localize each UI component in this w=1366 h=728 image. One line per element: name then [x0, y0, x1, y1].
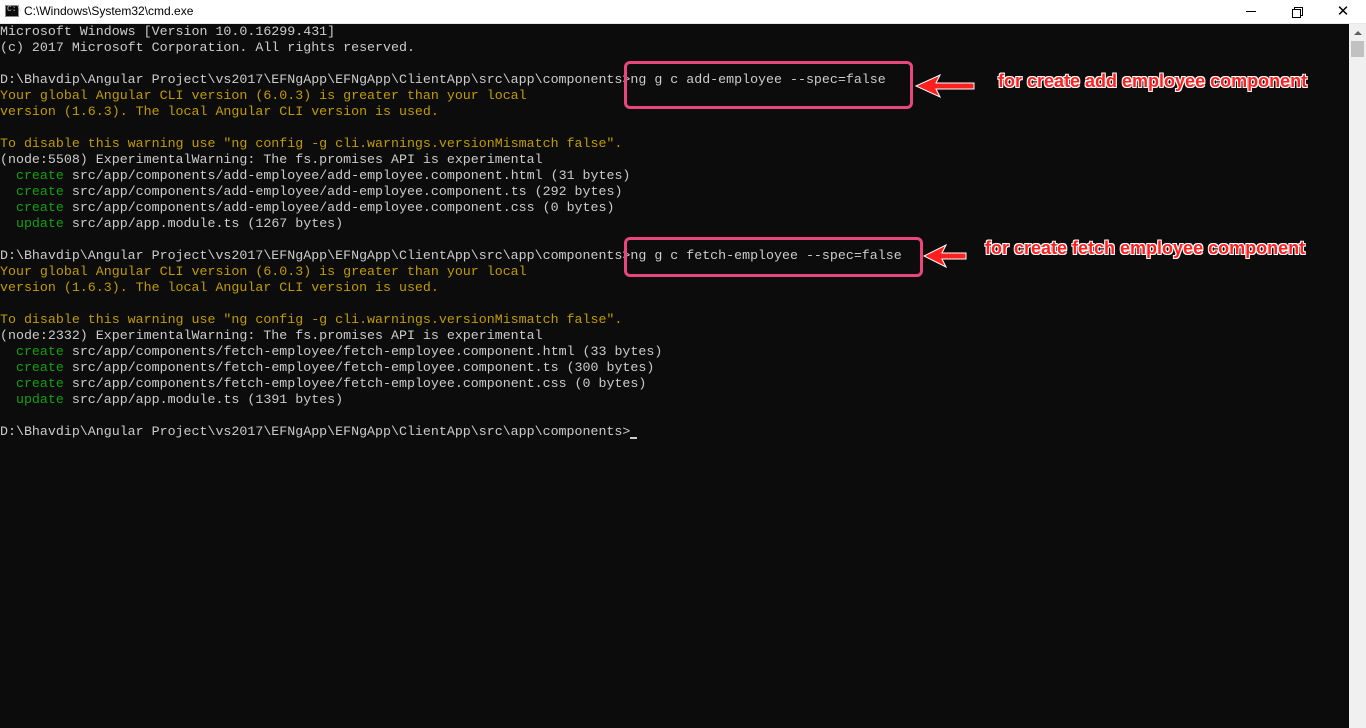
prompt-path: D:\Bhavdip\Angular Project\vs2017\EFNgAp… [0, 72, 631, 87]
action-verb: create [15, 184, 64, 199]
window-title: C:\Windows\System32\cmd.exe [24, 4, 194, 18]
output-text: (node:5508) ExperimentalWarning: The fs.… [0, 152, 543, 167]
action-verb: create [15, 168, 64, 183]
action-verb: create [15, 376, 64, 391]
prompt-line: D:\Bhavdip\Angular Project\vs2017\EFNgAp… [0, 424, 902, 440]
action-verb: update [15, 392, 64, 407]
close-icon: ✕ [1336, 3, 1350, 20]
chevron-up-icon [1353, 30, 1362, 35]
close-button[interactable]: ✕ [1320, 0, 1366, 23]
output-text: src/app/components/add-employee/add-empl… [63, 200, 615, 215]
vertical-scrollbar[interactable] [1349, 24, 1366, 728]
cmd-app-icon[interactable]: C:\ [5, 5, 22, 17]
console-line: To disable this warning use "ng config -… [0, 312, 902, 328]
action-verb: create [15, 344, 64, 359]
console-line: create src/app/components/add-employee/a… [0, 168, 902, 184]
arrow-left-icon [914, 73, 975, 99]
console-line: (c) 2017 Microsoft Corporation. All righ… [0, 40, 902, 56]
console-line: version (1.6.3). The local Angular CLI v… [0, 280, 902, 296]
prompt-path: D:\Bhavdip\Angular Project\vs2017\EFNgAp… [0, 424, 631, 439]
output-text: src/app/components/add-employee/add-empl… [63, 184, 623, 199]
action-verb: update [15, 216, 64, 231]
restore-icon [1292, 6, 1303, 18]
output-text: version (1.6.3). The local Angular CLI v… [0, 104, 439, 119]
annotation-label-add: for create add employee component [998, 71, 1308, 91]
highlight-box-add-employee [624, 61, 913, 109]
console-line: (node:2332) ExperimentalWarning: The fs.… [0, 328, 902, 344]
output-text: src/app/components/fetch-employee/fetch-… [63, 360, 655, 375]
output-text: (c) 2017 Microsoft Corporation. All righ… [0, 40, 415, 55]
title-bar[interactable]: C:\ C:\Windows\System32\cmd.exe ✕ [0, 0, 1366, 24]
console-line: Microsoft Windows [Version 10.0.16299.43… [0, 24, 902, 40]
console-line: update src/app/app.module.ts (1391 bytes… [0, 392, 902, 408]
arrow-left-icon [922, 243, 967, 269]
console-line: create src/app/components/fetch-employee… [0, 344, 902, 360]
scroll-up-button[interactable] [1349, 24, 1366, 41]
output-text: src/app/components/add-employee/add-empl… [63, 168, 631, 183]
output-text: Your global Angular CLI version (6.0.3) … [0, 264, 527, 279]
action-verb: create [15, 200, 64, 215]
minimize-button[interactable] [1228, 0, 1274, 23]
output-text: To disable this warning use "ng config -… [0, 136, 623, 151]
text-cursor [630, 437, 638, 439]
output-text: Microsoft Windows [Version 10.0.16299.43… [0, 24, 336, 39]
output-text: Your global Angular CLI version (6.0.3) … [0, 88, 527, 103]
console-line: create src/app/components/fetch-employee… [0, 360, 902, 376]
prompt-path: D:\Bhavdip\Angular Project\vs2017\EFNgAp… [0, 248, 631, 263]
maximize-button[interactable] [1274, 0, 1320, 23]
console-line: create src/app/components/add-employee/a… [0, 184, 902, 200]
output-text: src/app/components/fetch-employee/fetch-… [63, 344, 663, 359]
scroll-thumb[interactable] [1351, 41, 1364, 57]
console-output[interactable]: Microsoft Windows [Version 10.0.16299.43… [0, 24, 1349, 728]
highlight-box-fetch-employee [624, 237, 923, 277]
console-line: (node:5508) ExperimentalWarning: The fs.… [0, 152, 902, 168]
console-line: update src/app/app.module.ts (1267 bytes… [0, 216, 902, 232]
console-line: create src/app/components/add-employee/a… [0, 200, 902, 216]
console-line: To disable this warning use "ng config -… [0, 136, 902, 152]
output-text: (node:2332) ExperimentalWarning: The fs.… [0, 328, 543, 343]
app-icon-label: C:\ [7, 5, 22, 14]
output-text: src/app/components/fetch-employee/fetch-… [63, 376, 647, 391]
output-text: src/app/app.module.ts (1391 bytes) [63, 392, 344, 407]
output-text: To disable this warning use "ng config -… [0, 312, 623, 327]
output-text: version (1.6.3). The local Angular CLI v… [0, 280, 439, 295]
action-verb: create [15, 360, 64, 375]
console-line: create src/app/components/fetch-employee… [0, 376, 902, 392]
annotation-label-fetch: for create fetch employee component [985, 238, 1306, 258]
minimize-icon [1246, 11, 1256, 12]
output-text: src/app/app.module.ts (1267 bytes) [63, 216, 344, 231]
